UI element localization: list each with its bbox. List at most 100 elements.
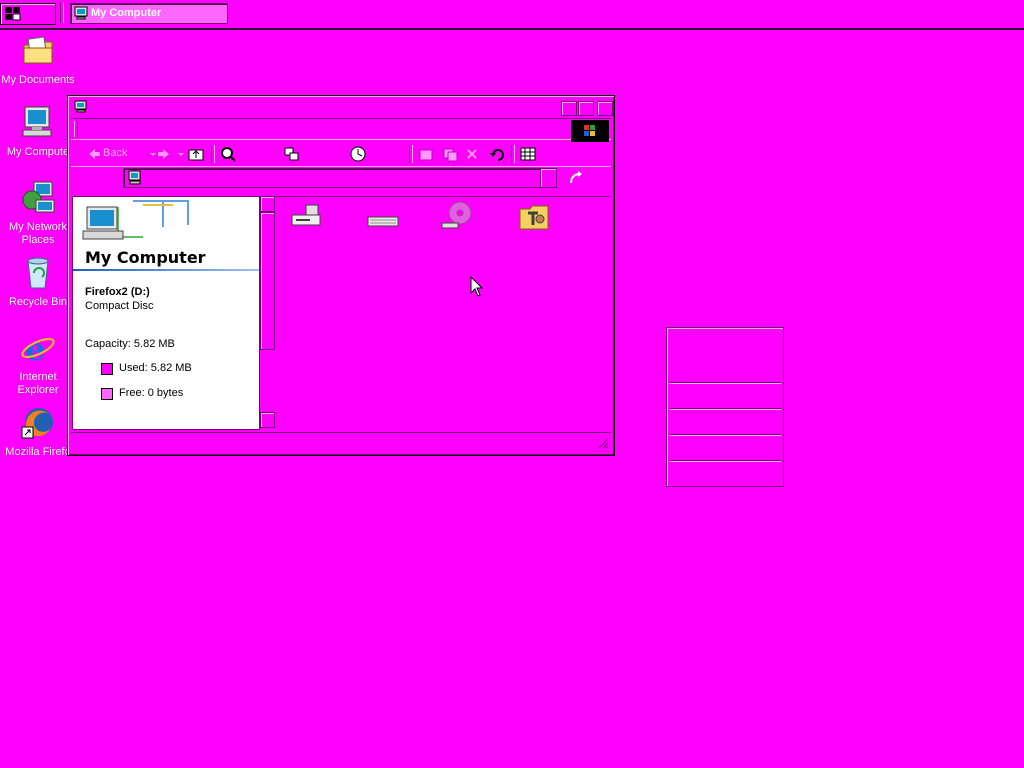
drive-item-floppy[interactable] bbox=[288, 201, 328, 235]
recycle-bin-icon bbox=[27, 257, 49, 289]
move-to-button[interactable] bbox=[417, 145, 437, 163]
my-computer-icon bbox=[128, 170, 141, 185]
undo-icon bbox=[490, 149, 504, 161]
views-button[interactable] bbox=[519, 145, 539, 163]
menu-separator bbox=[669, 408, 781, 410]
chevron-down-icon bbox=[150, 153, 156, 156]
my-computer-icon bbox=[74, 6, 88, 20]
network-places-icon bbox=[22, 181, 55, 213]
folders-button[interactable] bbox=[283, 145, 303, 163]
desktop-icon-label: Internet Explorer bbox=[17, 371, 59, 396]
firefox-icon bbox=[21, 408, 53, 439]
desktop-icon-label: Recycle Bin bbox=[8, 296, 68, 308]
menu-separator bbox=[669, 382, 781, 384]
delete-button[interactable] bbox=[465, 145, 481, 163]
maximize-button[interactable] bbox=[578, 101, 594, 116]
desktop-icon-internet-explorer[interactable]: e Internet Explorer bbox=[0, 330, 76, 397]
history-button[interactable] bbox=[349, 145, 369, 163]
windows-flag-icon bbox=[584, 125, 595, 136]
toolbar-separator bbox=[409, 145, 413, 163]
status-bar bbox=[71, 432, 611, 451]
taskbar: My Computer bbox=[0, 0, 1024, 30]
drive-name: Firefox2 (D:) bbox=[85, 286, 150, 298]
history-clock-icon bbox=[350, 146, 366, 162]
taskbar-separator bbox=[60, 3, 64, 23]
context-menu[interactable] bbox=[666, 327, 784, 487]
desktop-icon-label: My Compute bbox=[6, 146, 70, 158]
resize-grip-icon[interactable] bbox=[597, 437, 609, 449]
go-button[interactable] bbox=[567, 169, 585, 190]
forward-dropdown[interactable] bbox=[177, 145, 185, 163]
close-button[interactable] bbox=[597, 101, 613, 116]
desktop-icon-my-computer[interactable]: My Compute bbox=[0, 105, 76, 159]
back-label: Back bbox=[103, 147, 128, 159]
copy-to-button[interactable] bbox=[441, 145, 461, 163]
drive-item-hard-disk[interactable] bbox=[366, 201, 406, 235]
menu-separator bbox=[669, 434, 781, 436]
free-space-label: Free: 0 bytes bbox=[119, 387, 184, 399]
address-dropdown-button[interactable] bbox=[540, 169, 556, 187]
free-color-swatch bbox=[101, 388, 113, 400]
desktop-icon-label: My Documents bbox=[1, 74, 75, 86]
info-pane-scrollbar[interactable] bbox=[260, 196, 275, 428]
my-computer-window[interactable]: Back My Computer Firefox2 (D:) Compact D… bbox=[67, 95, 784, 487]
address-input[interactable] bbox=[123, 168, 557, 188]
scrollbar-thumb[interactable] bbox=[260, 212, 275, 350]
folder-documents-icon bbox=[23, 36, 53, 64]
control-panel-folder-icon bbox=[519, 205, 549, 230]
up-folder-button[interactable] bbox=[187, 145, 207, 163]
desktop-icon-label: Mozilla Firefo bbox=[5, 446, 71, 458]
chevron-down-icon bbox=[178, 153, 184, 156]
pane-divider bbox=[73, 269, 259, 271]
hard-disk-icon bbox=[367, 216, 399, 227]
taskbar-item-my-computer[interactable]: My Computer bbox=[70, 3, 228, 24]
drive-item-control-panel[interactable] bbox=[516, 201, 556, 235]
pane-title: My Computer bbox=[85, 248, 206, 267]
cd-drive-icon bbox=[441, 201, 472, 229]
scroll-down-button[interactable] bbox=[260, 412, 275, 428]
toolbar-separator bbox=[511, 145, 515, 163]
back-button[interactable]: Back bbox=[87, 145, 147, 163]
desktop-icon-firefox[interactable]: Mozilla Firefo bbox=[0, 405, 76, 459]
menu-bar-grip[interactable] bbox=[74, 121, 78, 137]
copy-to-icon bbox=[443, 148, 458, 162]
file-view[interactable] bbox=[276, 196, 784, 487]
forward-button[interactable] bbox=[157, 145, 177, 163]
forward-arrow-icon bbox=[158, 149, 169, 159]
desktop-icon-recycle-bin[interactable]: Recycle Bin bbox=[0, 255, 76, 309]
scroll-up-button[interactable] bbox=[260, 196, 275, 212]
start-button[interactable] bbox=[0, 3, 56, 25]
used-space-label: Used: 5.82 MB bbox=[119, 362, 192, 374]
windows-logo-icon bbox=[5, 7, 21, 21]
folder-up-icon bbox=[188, 149, 204, 161]
my-computer-icon bbox=[74, 100, 87, 113]
internet-explorer-icon: e bbox=[21, 330, 55, 368]
menu-bar bbox=[71, 118, 611, 142]
desktop-icon-network-places[interactable]: My Network Places bbox=[0, 180, 76, 247]
minimize-button[interactable] bbox=[561, 101, 577, 116]
floppy-drive-icon bbox=[291, 204, 321, 226]
move-to-icon bbox=[419, 149, 433, 161]
mouse-cursor-icon bbox=[470, 276, 484, 297]
folders-icon bbox=[284, 147, 299, 161]
drive-type: Compact Disc bbox=[85, 300, 154, 312]
drive-capacity: Capacity: 5.82 MB bbox=[85, 338, 175, 350]
search-button[interactable] bbox=[219, 145, 239, 163]
drive-item-cd[interactable] bbox=[440, 201, 480, 235]
views-grid-icon bbox=[520, 147, 536, 161]
address-bar bbox=[71, 168, 611, 190]
go-arrow-icon bbox=[570, 171, 582, 184]
delete-x-icon bbox=[467, 149, 477, 159]
back-arrow-icon bbox=[89, 149, 100, 159]
search-icon bbox=[221, 147, 236, 162]
menu-separator bbox=[669, 460, 781, 462]
window-titlebar[interactable] bbox=[71, 99, 613, 117]
used-color-swatch bbox=[101, 363, 113, 375]
info-pane: My Computer Firefox2 (D:) Compact Disc C… bbox=[72, 196, 260, 430]
my-computer-icon bbox=[22, 106, 52, 137]
windows-throbber bbox=[571, 120, 609, 142]
desktop-icon-label: My Network Places bbox=[8, 221, 68, 246]
undo-button[interactable] bbox=[489, 145, 507, 163]
toolbar-separator bbox=[211, 145, 215, 163]
desktop-icon-my-documents[interactable]: My Documents bbox=[0, 33, 76, 87]
